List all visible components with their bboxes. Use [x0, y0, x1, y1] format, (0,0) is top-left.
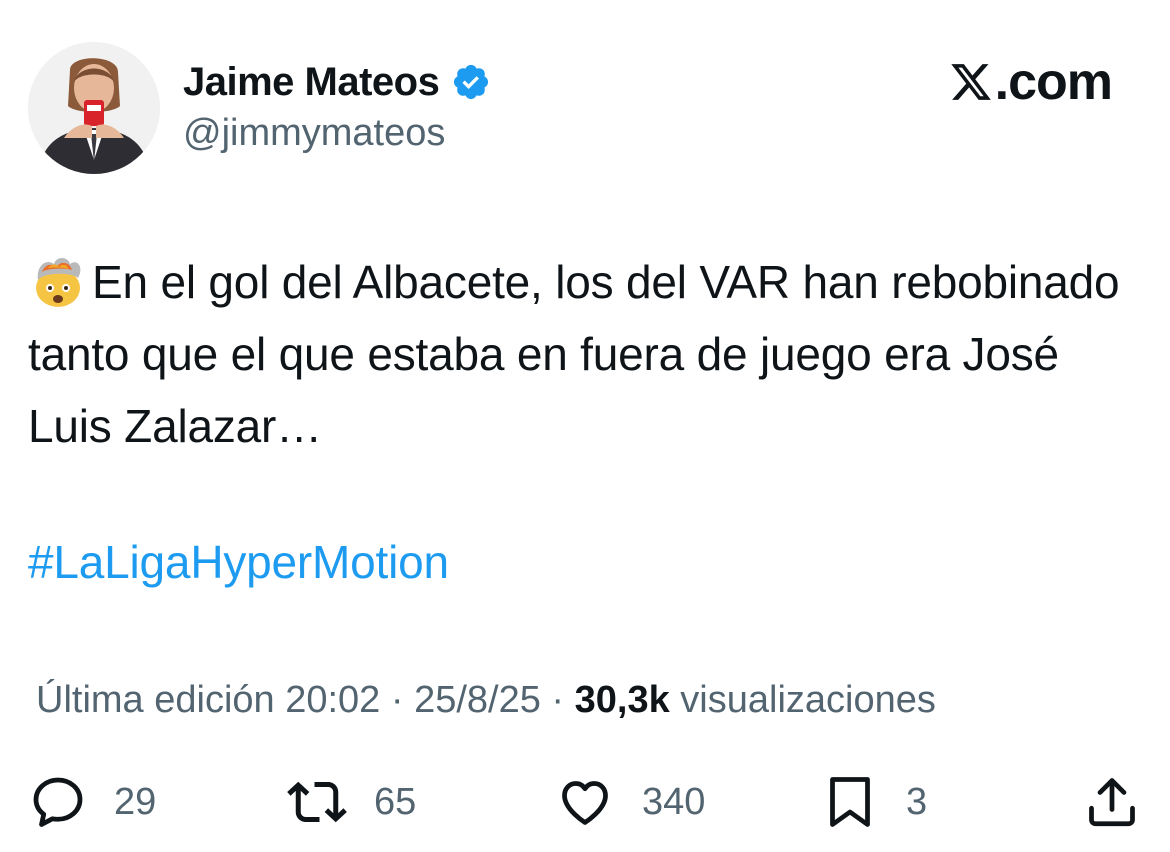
reply-icon	[33, 777, 83, 827]
profile-photo	[28, 42, 160, 174]
reply-count: 29	[114, 780, 157, 823]
x-logo-icon	[950, 64, 991, 100]
author-display-name[interactable]: Jaime Mateos	[183, 60, 440, 105]
bookmark-count: 3	[906, 780, 928, 823]
share-button[interactable]	[1082, 770, 1142, 834]
share-icon	[1089, 778, 1135, 827]
tweet-text: En el gol del Albacete, los del VAR han …	[28, 246, 1128, 462]
tweet-body: En el gol del Albacete, los del VAR han …	[28, 256, 1120, 452]
hashtag-link[interactable]: #LaLigaHyperMotion	[28, 526, 449, 598]
bookmark-button[interactable]: 3	[820, 770, 927, 834]
heart-icon	[562, 781, 608, 825]
bookmark-icon	[830, 777, 870, 827]
avatar[interactable]	[28, 42, 160, 174]
verified-badge-icon[interactable]	[451, 62, 491, 102]
meta-separator: ·	[540, 679, 575, 721]
site-domain: .com	[994, 53, 1113, 111]
reply-button[interactable]: 29	[28, 770, 156, 834]
edited-timestamp[interactable]: Última edición 20:02 · 25/8/25	[36, 679, 541, 721]
site-brand: .com	[949, 52, 1113, 112]
repost-button[interactable]: 65	[286, 770, 416, 834]
views-label: visualizaciones	[669, 679, 936, 721]
like-count: 340	[642, 780, 706, 823]
exploding-head-emoji	[36, 258, 81, 307]
author-handle[interactable]: @jimmymateos	[183, 112, 445, 155]
tweet-meta: Última edición 20:02 · 25/8/25 · 30,3k v…	[36, 672, 936, 728]
tweet-actions: 29 65 340 3	[0, 770, 1170, 834]
like-button[interactable]: 340	[554, 770, 705, 834]
author-name-row: Jaime Mateos	[183, 56, 491, 108]
views-count: 30,3k	[574, 679, 670, 721]
repost-icon	[287, 781, 347, 823]
repost-count: 65	[374, 780, 417, 823]
